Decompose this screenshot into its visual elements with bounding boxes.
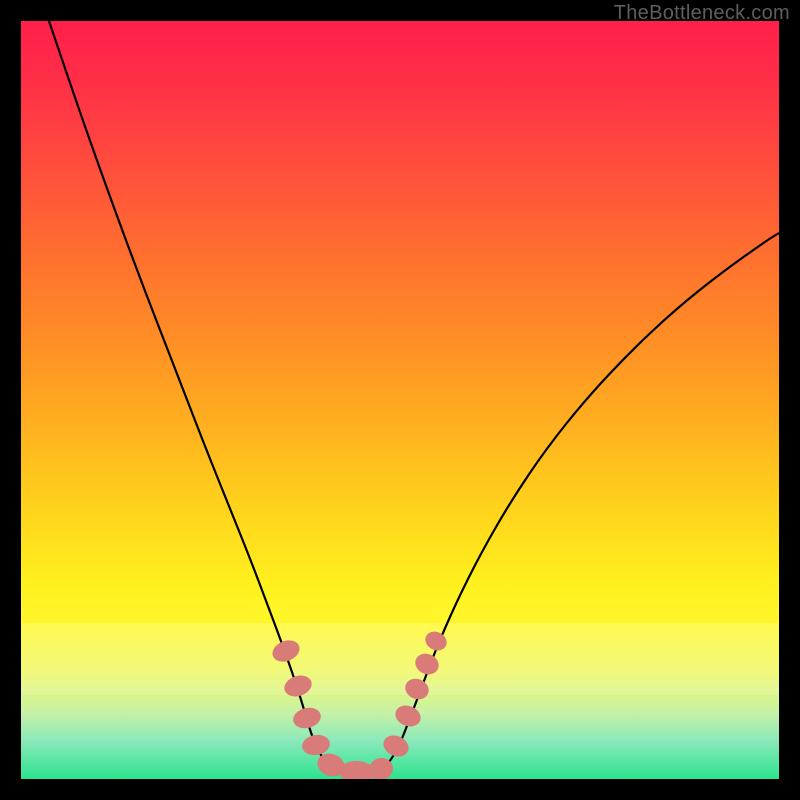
curve-layer xyxy=(21,21,779,779)
data-marker xyxy=(300,733,331,758)
data-markers xyxy=(269,628,450,779)
data-marker xyxy=(392,702,424,730)
data-marker xyxy=(402,675,432,703)
watermark-text: TheBottleneck.com xyxy=(614,2,790,25)
chart-frame xyxy=(21,21,779,779)
data-marker xyxy=(422,628,450,654)
data-marker xyxy=(269,636,302,665)
data-marker xyxy=(380,732,412,761)
data-marker xyxy=(412,650,442,678)
left-curve xyxy=(49,21,366,773)
data-marker xyxy=(282,672,315,700)
data-marker xyxy=(291,705,323,731)
